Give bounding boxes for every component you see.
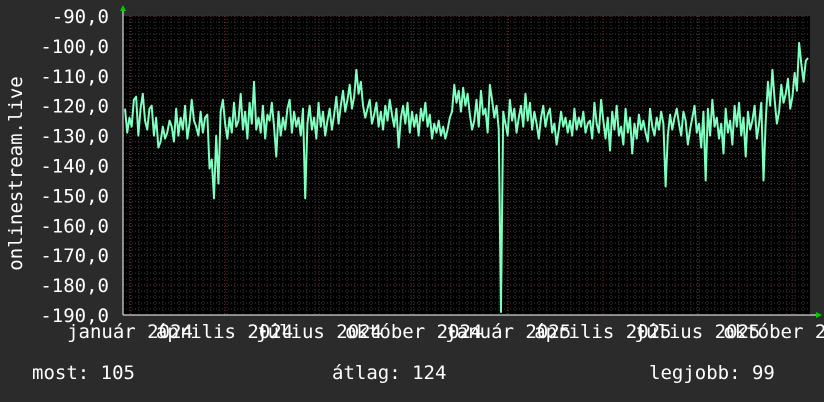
stat-now-value: 105	[100, 362, 135, 384]
y-tick-label: -90,0	[52, 6, 109, 28]
line-chart: -90,0 -100,0 -110,0 -120,0 -130,0 -140,0 -150,…	[5, 5, 824, 343]
stat-best-label: legjobb:	[649, 362, 741, 384]
y-axis-label: onlinestream.live	[5, 76, 27, 270]
stat-average-label: átlag:	[332, 362, 401, 384]
y-tick-label: -110,0	[40, 66, 109, 88]
x-axis-arrow	[816, 312, 822, 318]
y-tick-label: -170,0	[40, 245, 109, 267]
y-tick-label: -160,0	[40, 215, 109, 237]
y-tick-label: -130,0	[40, 126, 109, 148]
y-tick-label: -100,0	[40, 36, 109, 58]
stats-bar: most: 105 átlag: 124 legjobb: 99	[0, 362, 824, 390]
y-tick-label: -120,0	[40, 96, 109, 118]
y-axis-arrow	[120, 5, 126, 11]
y-tick-label: -150,0	[40, 185, 109, 207]
y-tick-label: -180,0	[40, 275, 109, 297]
stat-best-value: 99	[751, 362, 775, 384]
y-tick-label: -140,0	[40, 156, 109, 178]
stat-average-value: 124	[412, 362, 447, 384]
stat-average: átlag: 124	[332, 362, 446, 384]
stat-now-label: most:	[32, 362, 90, 384]
stat-now: most: 105	[32, 362, 135, 384]
stat-best: legjobb: 99	[649, 362, 775, 384]
x-tick-label: október 2025	[723, 321, 824, 343]
